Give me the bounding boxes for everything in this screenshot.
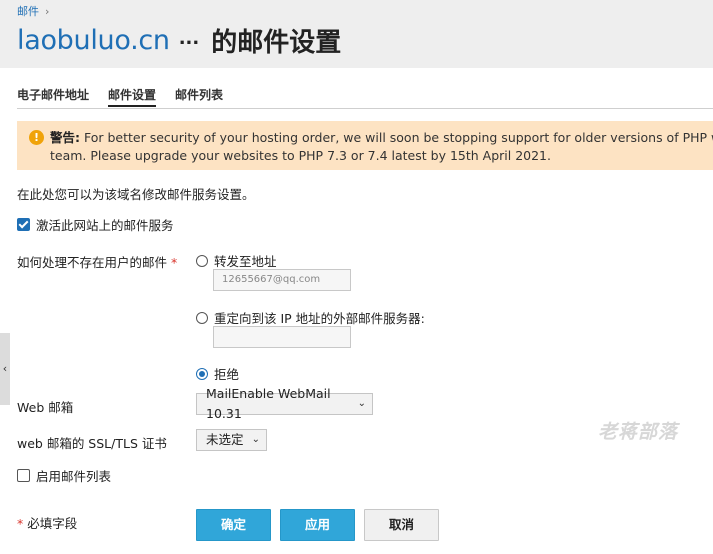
forward-radio[interactable]: [196, 254, 208, 267]
option-forward[interactable]: 转发至地址: [196, 251, 277, 270]
reject-label: 拒绝: [214, 367, 240, 382]
option-redirect[interactable]: 重定向到该 IP 地址的外部邮件服务器:: [196, 308, 425, 327]
reject-radio[interactable]: [196, 367, 208, 380]
redirect-radio[interactable]: [196, 311, 208, 324]
webmail-select-value: MailEnable WebMail 10.31: [206, 386, 331, 421]
watermark-text: 老蒋部落: [598, 421, 679, 443]
warning-text: 警告: For better security of your hosting …: [50, 129, 713, 165]
ssl-cert-select[interactable]: 未选定 ⌄: [196, 429, 267, 451]
required-mark: *: [171, 255, 178, 270]
cancel-button[interactable]: 取消: [364, 509, 439, 541]
mailing-list-checkbox[interactable]: [17, 469, 30, 482]
redirect-server-input[interactable]: [213, 326, 351, 348]
tab-bar: 电子邮件地址 邮件设置 邮件列表: [17, 88, 713, 109]
activate-mail-checkbox[interactable]: [17, 218, 30, 231]
nonexistent-user-label: 如何处理不存在用户的邮件 *: [17, 252, 177, 271]
warning-line-1: For better security of your hosting orde…: [83, 130, 713, 145]
chevron-right-icon: ›: [45, 4, 50, 18]
chevron-down-icon: ⌄: [357, 398, 366, 409]
nonexistent-user-label-text: 如何处理不存在用户的邮件: [17, 255, 168, 270]
activate-mail-label: 激活此网站上的邮件服务: [36, 218, 174, 233]
required-note-text: 必填字段: [27, 516, 78, 531]
sidebar-collapse-handle[interactable]: ‹: [0, 333, 10, 405]
domain-name[interactable]: laobuluo.cn: [17, 25, 170, 56]
option-reject[interactable]: 拒绝: [196, 364, 239, 383]
ssl-cert-select-value: 未选定: [206, 432, 244, 447]
breadcrumb: 邮件 ›: [17, 3, 49, 19]
activate-mail-service[interactable]: 激活此网站上的邮件服务: [17, 215, 174, 234]
breadcrumb-link-mail[interactable]: 邮件: [17, 3, 39, 19]
tab-email-addresses[interactable]: 电子邮件地址: [17, 88, 89, 107]
page-title-text: 的邮件设置: [211, 28, 342, 58]
more-dots-button[interactable]: ...: [179, 28, 200, 49]
page-title: laobuluo.cn ... 的邮件设置: [17, 22, 341, 59]
ok-button[interactable]: 确定: [196, 509, 271, 541]
tab-mail-settings[interactable]: 邮件设置: [108, 88, 157, 107]
mailing-list-label: 启用邮件列表: [36, 469, 112, 484]
enable-mailing-list[interactable]: 启用邮件列表: [17, 466, 111, 485]
forward-label: 转发至地址: [214, 254, 277, 269]
apply-button[interactable]: 应用: [280, 509, 355, 541]
settings-description: 在此处您可以为该域名修改邮件服务设置。: [17, 187, 255, 202]
redirect-label: 重定向到该 IP 地址的外部邮件服务器:: [214, 311, 425, 326]
page-header: 邮件 › laobuluo.cn ... 的邮件设置: [0, 0, 713, 68]
ssl-cert-label: web 邮箱的 SSL/TLS 证书: [17, 436, 167, 451]
webmail-select[interactable]: MailEnable WebMail 10.31 ⌄: [196, 386, 373, 421]
warning-banner: ! 警告: For better security of your hostin…: [17, 121, 713, 170]
chevron-down-icon: ⌄: [251, 434, 260, 445]
webmail-label: Web 邮箱: [17, 400, 74, 415]
required-note-mark: *: [17, 516, 24, 531]
tab-mailing-lists[interactable]: 邮件列表: [175, 88, 223, 107]
forward-address-input[interactable]: 12655667@qq.com: [213, 269, 351, 291]
warning-line-2: team. Please upgrade your websites to PH…: [50, 148, 551, 163]
warning-icon: !: [29, 130, 44, 145]
warning-label: 警告:: [50, 130, 80, 145]
required-fields-note: * 必填字段: [17, 513, 77, 532]
